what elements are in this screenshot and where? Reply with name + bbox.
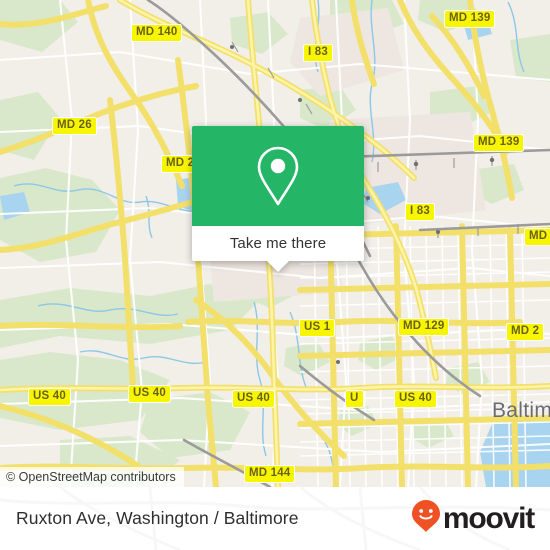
road-shield: MD 139	[444, 10, 496, 28]
osm-attribution[interactable]: © OpenStreetMap contributors	[0, 467, 184, 487]
take-me-there-label: Take me there	[229, 235, 327, 252]
map-pin-icon	[255, 145, 301, 207]
road-shield: MD 144	[244, 465, 296, 483]
place-title: Ruxton Ave, Washington / Baltimore	[16, 508, 299, 528]
card-action-area[interactable]: Take me there	[192, 226, 364, 272]
road-shield: MD 129	[398, 318, 450, 336]
take-me-there-card[interactable]: Take me there	[192, 126, 364, 272]
moovit-wordmark: moovit	[442, 501, 535, 535]
moovit-pin-icon	[411, 499, 441, 538]
road-shield: I 83	[303, 44, 333, 62]
road-shield: I 83	[405, 203, 435, 221]
road-shield: US 1	[299, 319, 336, 337]
road-shield: MD 140	[131, 24, 183, 42]
road-shield: MD 26	[52, 117, 97, 135]
road-shield: US 40	[232, 390, 275, 408]
road-shield: MD 4	[524, 228, 550, 246]
footer-bar: Ruxton Ave, Washington / Baltimore moovi…	[0, 487, 550, 550]
card-pointer	[267, 261, 289, 272]
road-shield: US 40	[394, 390, 437, 408]
road-shield: MD 2	[506, 323, 545, 341]
moovit-logo[interactable]: moovit	[411, 499, 535, 538]
road-shield: U	[345, 390, 364, 408]
card-icon-area	[192, 126, 364, 226]
map-viewport[interactable]: MD 140 MD 26 MD 2 I 83 MD 139 MD 139 I 83 MD 4 U…	[0, 0, 550, 487]
city-label-baltimore: Baltimo	[492, 399, 550, 422]
road-shield: MD 139	[473, 134, 525, 152]
road-shield: US 40	[128, 385, 171, 403]
moovit-map-screenshot: MD 140 MD 26 MD 2 I 83 MD 139 MD 139 I 83 MD 4 U…	[0, 0, 550, 550]
road-shield: US 40	[28, 388, 71, 406]
